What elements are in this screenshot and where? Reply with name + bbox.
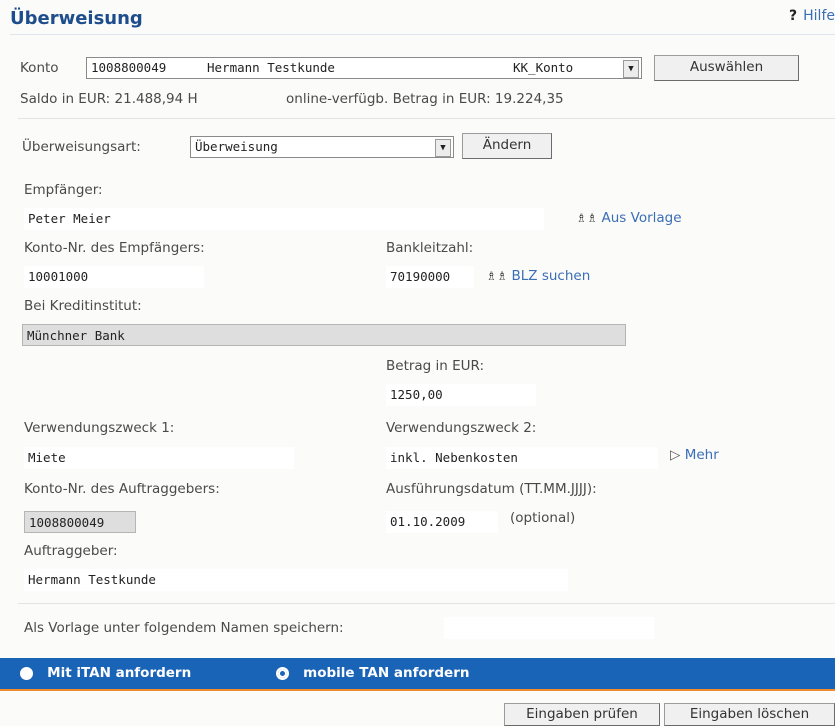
itan-label: Mit iTAN anfordern [47, 665, 192, 681]
account-number: 1008800049 [91, 60, 167, 75]
account-type: KK_Konto [513, 60, 574, 75]
mobile-tan-option[interactable]: mobile TAN anfordern [276, 665, 469, 681]
purpose2-label: Verwendungszweck 2: [386, 420, 537, 436]
orderer-account-label: Konto-Nr. des Auftraggebers: [24, 481, 220, 497]
orderer-label: Auftraggeber: [24, 543, 118, 559]
save-template-label: Als Vorlage unter folgendem Namen speich… [24, 620, 344, 636]
blz-label: Bankleitzahl: [386, 240, 474, 256]
accent-divider [0, 689, 835, 691]
account-label: Konto [20, 60, 59, 76]
mobile-tan-radio[interactable] [276, 667, 289, 680]
execution-date-label: Ausführungsdatum (TT.MM.JJJJ): [386, 481, 597, 497]
chevron-down-icon[interactable]: ▼ [623, 60, 639, 78]
help-link[interactable]: ? Hilfe [789, 8, 835, 24]
purpose2-field[interactable]: inkl. Nebenkosten [386, 447, 658, 469]
itan-option[interactable]: Mit iTAN anfordern [20, 665, 191, 681]
available-amount-text: online-verfügb. Betrag in EUR: 19.224,35 [286, 91, 564, 107]
recipient-label: Empfänger: [24, 182, 103, 198]
blz-search-link[interactable]: ♗♗ BLZ suchen [486, 268, 590, 284]
chevron-down-icon[interactable]: ▼ [435, 139, 451, 157]
purpose1-label: Verwendungszweck 1: [24, 420, 175, 436]
save-template-field[interactable] [444, 617, 654, 639]
binoculars-icon: ♗♗ [576, 211, 598, 225]
execution-date-field[interactable]: 01.10.2009 [386, 511, 498, 533]
section-divider [18, 603, 835, 604]
transfer-type-label: Überweisungsart: [22, 139, 141, 155]
blz-search-label: BLZ suchen [511, 268, 591, 284]
saldo-text: Saldo in EUR: 21.488,94 H [20, 91, 198, 107]
account-holder: Hermann Testkunde [207, 60, 335, 75]
template-link-label: Aus Vorlage [601, 210, 682, 226]
orderer-field[interactable]: Hermann Testkunde [24, 569, 568, 591]
more-link-label: Mehr [684, 447, 719, 463]
recipient-account-field[interactable]: 10001000 [24, 266, 204, 288]
tan-method-bar: Mit iTAN anfordern mobile TAN anfordern [0, 658, 835, 689]
account-select[interactable]: 1008800049 Hermann Testkunde KK_Konto ▼ [86, 57, 642, 79]
purpose1-field[interactable]: Miete [24, 447, 294, 469]
section-divider [18, 118, 835, 119]
check-input-button[interactable]: Eingaben prüfen [504, 703, 660, 726]
page-title: Überweisung [10, 8, 143, 29]
help-label: Hilfe [803, 8, 835, 24]
mobile-tan-label: mobile TAN anfordern [303, 665, 470, 681]
help-icon: ? [789, 8, 798, 24]
bank-label: Bei Kreditinstitut: [24, 298, 142, 314]
triangle-right-icon: ▷ [670, 447, 681, 463]
recipient-field[interactable]: Peter Meier [24, 208, 544, 230]
template-link[interactable]: ♗♗ Aus Vorlage [576, 210, 682, 226]
orderer-account-field: 1008800049 [24, 511, 136, 533]
blz-field[interactable]: 70190000 [386, 266, 474, 288]
transfer-type-value: Überweisung [195, 139, 278, 154]
header-divider [10, 34, 835, 35]
amount-label: Betrag in EUR: [386, 358, 485, 374]
clear-input-button[interactable]: Eingaben löschen [664, 703, 835, 726]
itan-radio[interactable] [20, 667, 33, 680]
optional-hint: (optional) [510, 510, 576, 526]
amount-field[interactable]: 1250,00 [386, 384, 536, 406]
more-link[interactable]: ▷ Mehr [670, 447, 719, 463]
recipient-account-label: Konto-Nr. des Empfängers: [24, 240, 205, 256]
bank-field: Münchner Bank [22, 324, 626, 346]
binoculars-icon: ♗♗ [486, 269, 508, 283]
select-account-button[interactable]: Auswählen [654, 55, 799, 81]
transfer-type-select[interactable]: Überweisung ▼ [190, 136, 454, 158]
change-transfer-type-button[interactable]: Ändern [462, 133, 552, 159]
